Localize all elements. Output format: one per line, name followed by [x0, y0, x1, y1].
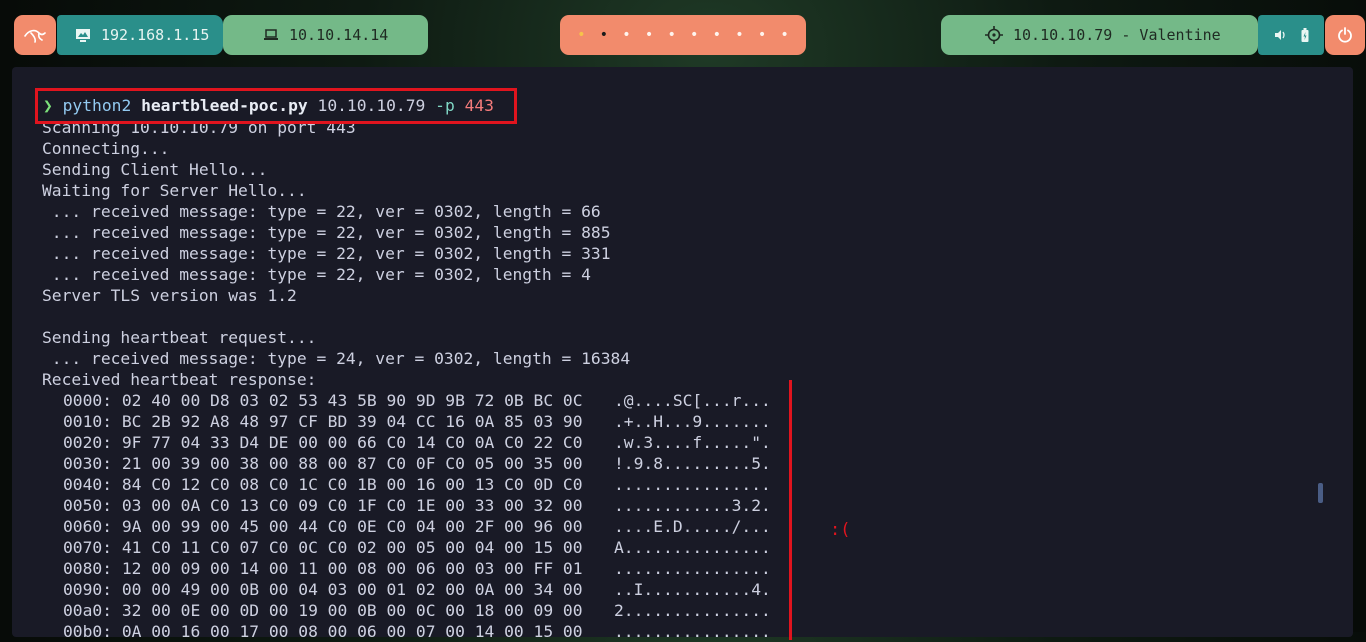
annotation-sad-face: :( [830, 520, 851, 540]
hex-ascii: ................ [614, 475, 771, 494]
workspace-3[interactable]: • [622, 27, 630, 43]
terminal-output: Scanning 10.10.10.79 on port 443 Connecti… [42, 96, 630, 390]
workspace-5[interactable]: • [667, 27, 675, 43]
hexdump-row: 0050: 03 00 0A C0 13 C0 09 C0 1F C0 1E 0… [63, 495, 583, 516]
hexdump-row: 0080: 12 00 09 00 14 00 11 00 08 00 06 0… [63, 558, 583, 579]
output-line: ... received message: type = 22, ver = 0… [42, 244, 611, 263]
hexdump-row: 0030: 21 00 39 00 38 00 88 00 87 C0 0F C… [63, 453, 583, 474]
hex-ascii: .w.3....f.....". [614, 433, 771, 452]
system-tray [1258, 15, 1324, 55]
hexdump-row: 0090: 00 00 49 00 0B 00 04 03 00 01 02 0… [63, 579, 583, 600]
output-line: Sending Client Hello... [42, 160, 268, 179]
hex-ascii: 2............... [614, 601, 771, 620]
terminal-window[interactable]: Scanning 10.10.10.79 on port 443 Connecti… [12, 67, 1353, 641]
workspace-2[interactable]: • [600, 27, 608, 43]
crosshair-icon [985, 26, 1003, 44]
hex-bytes: 41 C0 11 C0 07 C0 0C C0 02 00 05 00 04 0… [121, 538, 583, 557]
hex-offset: 0000: [63, 391, 113, 410]
hex-offset: 0030: [63, 454, 113, 473]
output-line: ... received message: type = 24, ver = 0… [42, 349, 631, 368]
hex-offset: 0010: [63, 412, 113, 431]
monitor-icon [75, 28, 91, 42]
terminal-scrollbar[interactable] [1318, 483, 1323, 503]
hex-bytes: 00 00 49 00 0B 00 04 03 00 01 02 00 0A 0… [121, 580, 583, 599]
hexdump-row: 0000: 02 40 00 D8 03 02 53 43 5B 90 9D 9… [63, 390, 583, 411]
hexdump-ascii: .@....SC[...r... .+..H...9....... .w.3....… [614, 390, 771, 642]
hex-bytes: 03 00 0A C0 13 C0 09 C0 1F C0 1E 00 33 0… [121, 496, 583, 515]
hex-bytes: 84 C0 12 C0 08 C0 1C C0 1B 00 16 00 13 C… [121, 475, 583, 494]
output-line: ... received message: type = 22, ver = 0… [42, 265, 591, 284]
output-line: ... received message: type = 22, ver = 0… [42, 202, 601, 221]
hexdump-bytes: 0000: 02 40 00 D8 03 02 53 43 5B 90 9D 9… [63, 390, 583, 642]
hex-ascii: ....E.D...../... [614, 517, 771, 536]
vpn-ip-indicator: 10.10.14.14 [223, 15, 428, 55]
hex-offset: 0020: [63, 433, 113, 452]
hex-offset: 0080: [63, 559, 113, 578]
hex-offset: 0060: [63, 517, 113, 536]
hex-bytes: 9A 00 99 00 45 00 44 C0 0E C0 04 00 2F 0… [121, 517, 583, 536]
output-line: Connecting... [42, 139, 170, 158]
hexdump-row: 0060: 9A 00 99 00 45 00 44 C0 0E C0 04 0… [63, 516, 583, 537]
hex-ascii: ............3.2. [614, 496, 771, 515]
hex-offset: 0090: [63, 580, 113, 599]
laptop-icon [263, 29, 279, 41]
workspace-switcher: • • • • • • • • • • [560, 15, 806, 55]
output-line: ... received message: type = 22, ver = 0… [42, 223, 611, 242]
kali-menu-button[interactable] [14, 15, 56, 55]
hex-offset: 0050: [63, 496, 113, 515]
local-ip-indicator: 192.168.1.15 [57, 15, 223, 55]
output-line: Received heartbeat response: [42, 370, 317, 389]
power-button[interactable] [1325, 15, 1365, 55]
hexdump-row: 0070: 41 C0 11 C0 07 C0 0C C0 02 00 05 0… [63, 537, 583, 558]
vpn-ip-text: 10.10.14.14 [289, 26, 389, 44]
annotation-divider-line [789, 380, 792, 640]
hex-ascii: ..I...........4. [614, 580, 771, 599]
hex-ascii: .@....SC[...r... [614, 391, 771, 410]
hex-bytes: 02 40 00 D8 03 02 53 43 5B 90 9D 9B 72 0… [121, 391, 583, 410]
hex-ascii: !.9.8.........5. [614, 454, 771, 473]
hex-offset: 0040: [63, 475, 113, 494]
battery-icon[interactable] [1301, 28, 1309, 42]
hex-ascii: .+..H...9....... [614, 412, 771, 431]
target-indicator: 10.10.10.79 - Valentine [941, 15, 1258, 55]
kali-dragon-icon [24, 27, 46, 43]
hexdump-row: 00a0: 32 00 0E 00 0D 00 19 00 0B 00 0C 0… [63, 600, 583, 621]
hex-offset: 00a0: [63, 601, 113, 620]
output-line: Server TLS version was 1.2 [42, 286, 297, 305]
hexdump-row: 0010: BC 2B 92 A8 48 97 CF BD 39 04 CC 1… [63, 411, 583, 432]
hex-bytes: BC 2B 92 A8 48 97 CF BD 39 04 CC 16 0A 8… [121, 412, 583, 431]
hex-bytes: 12 00 09 00 14 00 11 00 08 00 06 00 03 0… [121, 559, 583, 578]
hex-offset: 0070: [63, 538, 113, 557]
output-line: Sending heartbeat request... [42, 328, 317, 347]
hex-bytes: 32 00 0E 00 0D 00 19 00 0B 00 0C 00 18 0… [121, 601, 583, 620]
volume-icon[interactable] [1274, 29, 1286, 41]
workspace-9[interactable]: • [758, 27, 766, 43]
hexdump-row: 0040: 84 C0 12 C0 08 C0 1C C0 1B 00 16 0… [63, 474, 583, 495]
workspace-6[interactable]: • [690, 27, 698, 43]
command-highlight-box [35, 88, 517, 124]
workspace-4[interactable]: • [645, 27, 653, 43]
power-icon [1337, 27, 1353, 43]
workspace-8[interactable]: • [735, 27, 743, 43]
local-ip-text: 192.168.1.15 [101, 26, 210, 44]
workspace-1[interactable]: • [577, 27, 585, 43]
hexdump-row: 0020: 9F 77 04 33 D4 DE 00 00 66 C0 14 C… [63, 432, 583, 453]
hex-ascii: A............... [614, 538, 771, 557]
hex-bytes: 21 00 39 00 38 00 88 00 87 C0 0F C0 05 0… [121, 454, 583, 473]
hex-bytes: 9F 77 04 33 D4 DE 00 00 66 C0 14 C0 0A C… [121, 433, 583, 452]
target-text: 10.10.10.79 - Valentine [1013, 26, 1221, 44]
workspace-10[interactable]: • [780, 27, 788, 43]
workspace-7[interactable]: • [713, 27, 721, 43]
output-line: Waiting for Server Hello... [42, 181, 307, 200]
hex-ascii: ................ [614, 559, 771, 578]
